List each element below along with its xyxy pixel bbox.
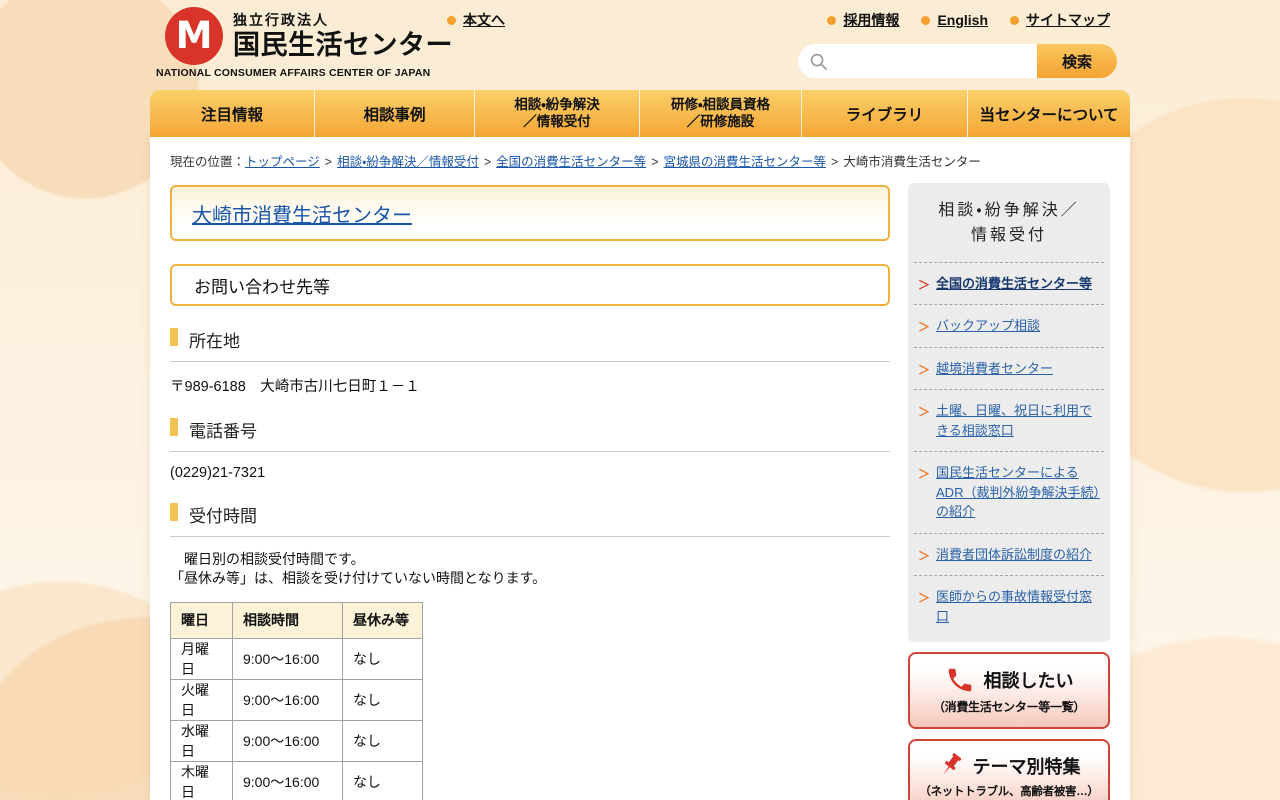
sidebar-item-adr[interactable]: ＞ 国民生活センターによるADR（裁判外紛争解決手続）の紹介	[914, 451, 1104, 533]
hours-note-2: 「昼休み等」は、相談を受け付けていない時間となります。	[170, 569, 890, 588]
sidebar-item-cross-border[interactable]: ＞ 越境消費者センター	[914, 347, 1104, 390]
contact-section-title: お問い合わせ先等	[170, 264, 890, 306]
phone-heading: 電話番号	[170, 417, 890, 452]
breadcrumb-link-miyagi[interactable]: 宮城県の消費生活センター等	[664, 155, 827, 169]
chevron-right-icon: ＞	[918, 403, 930, 420]
hours-heading: 受付時間	[170, 502, 890, 537]
sidebar-title: 相談・紛争解決／ 情報受付	[908, 183, 1110, 262]
breadcrumb-current: 大崎市消費生活センター	[843, 155, 981, 169]
sidebar-item-weekend[interactable]: ＞ 土曜、日曜、祝日に利用できる相談窓口	[914, 389, 1104, 451]
topics-banner-title: テーマ別特集	[973, 753, 1081, 779]
topics-banner[interactable]: テーマ別特集 （ネットトラブル、高齢者被害…）	[908, 739, 1110, 800]
utility-link-recruit[interactable]: 採用情報	[827, 10, 899, 30]
utility-links: 採用情報 English サイトマップ	[827, 10, 1110, 30]
phone-value: (0229)21-7321	[170, 465, 890, 481]
hours-note-1: 曜日別の相談受付時間です。	[170, 550, 890, 569]
table-row: 月曜日 9:00～16:00 なし	[171, 638, 423, 679]
table-row: 水曜日 9:00～16:00 なし	[171, 720, 423, 761]
consult-banner-title: 相談したい	[984, 667, 1074, 693]
chevron-right-icon: ＞	[918, 276, 930, 293]
sidebar-item-doctor-report[interactable]: ＞ 医師からの事故情報受付窓口	[914, 575, 1104, 637]
col-header-time: 相談時間	[233, 602, 343, 638]
nav-tab-cases[interactable]: 相談事例	[315, 90, 475, 137]
utility-link-sitemap[interactable]: サイトマップ	[1010, 10, 1110, 30]
nav-tab-news[interactable]: 注目情報	[150, 90, 315, 137]
page: M 独立行政法人 国民生活センター NATIONAL CONSUMER AFFA…	[0, 0, 1280, 800]
site-search: 検索	[798, 44, 1117, 78]
table-row: 木曜日 9:00～16:00 なし	[171, 761, 423, 800]
consult-banner-subtitle: （消費生活センター等一覧）	[914, 698, 1104, 715]
org-type: 独立行政法人	[233, 10, 453, 30]
nav-tab-library[interactable]: ライブラリ	[802, 90, 968, 137]
skip-link-label[interactable]: 本文へ	[463, 10, 505, 30]
table-row: 火曜日 9:00～16:00 なし	[171, 679, 423, 720]
utility-link-label[interactable]: 採用情報	[843, 10, 899, 30]
chevron-right-icon: ＞	[918, 465, 930, 482]
table-header-row: 曜日 相談時間 昼休み等	[171, 602, 423, 638]
search-icon	[809, 52, 828, 71]
bullet-icon	[827, 16, 836, 25]
chevron-right-icon: ＞	[918, 361, 930, 378]
page-title-link[interactable]: 大崎市消費生活センター	[192, 199, 412, 228]
address-value: 〒989-6188 大崎市古川七日町１－１	[170, 375, 890, 396]
utility-link-english[interactable]: English	[921, 10, 988, 30]
phone-icon	[945, 665, 975, 695]
sidebar-item-lawsuit[interactable]: ＞ 消費者団体訴訟制度の紹介	[914, 533, 1104, 576]
breadcrumb-link-centers[interactable]: 全国の消費生活センター等	[496, 155, 646, 169]
bullet-icon	[1010, 16, 1019, 25]
search-input[interactable]	[798, 44, 1037, 78]
chevron-right-icon: ＞	[918, 589, 930, 606]
consult-banner[interactable]: 相談したい （消費生活センター等一覧）	[908, 652, 1110, 729]
main-content: 大崎市消費生活センター お問い合わせ先等 所在地 〒989-6188 大崎市古川…	[170, 185, 890, 800]
utility-link-label[interactable]: English	[937, 12, 988, 28]
skip-to-content-link[interactable]: 本文へ	[447, 10, 505, 30]
org-name-en: NATIONAL CONSUMER AFFAIRS CENTER OF JAPA…	[156, 67, 456, 79]
bullet-icon	[921, 16, 930, 25]
breadcrumb: 現在の位置：トップページ>相談・紛争解決／情報受付>全国の消費生活センター等>宮…	[170, 151, 981, 170]
sidebar-menu: 相談・紛争解決／ 情報受付 ＞ 全国の消費生活センター等 ＞ バックアップ相談 …	[908, 183, 1110, 642]
utility-link-label[interactable]: サイトマップ	[1026, 10, 1110, 30]
logo-letter: M	[176, 17, 213, 54]
col-header-day: 曜日	[171, 602, 233, 638]
chevron-right-icon: ＞	[918, 547, 930, 564]
sidebar-item-backup[interactable]: ＞ バックアップ相談	[914, 304, 1104, 347]
bullet-icon	[447, 16, 456, 25]
org-name: 国民生活センター	[233, 30, 453, 61]
hours-table: 曜日 相談時間 昼休み等 月曜日 9:00～16:00 なし 火曜日 9:00～…	[170, 602, 423, 800]
sidebar-item-national-centers[interactable]: ＞ 全国の消費生活センター等	[914, 262, 1104, 305]
sidebar: 相談・紛争解決／ 情報受付 ＞ 全国の消費生活センター等 ＞ バックアップ相談 …	[908, 183, 1110, 800]
breadcrumb-prefix: 現在の位置：	[170, 155, 245, 169]
chevron-right-icon: ＞	[918, 318, 930, 335]
nav-tab-training[interactable]: 研修・相談員資格 ／研修施設	[640, 90, 802, 137]
col-header-lunch: 昼休み等	[343, 602, 423, 638]
breadcrumb-link-home[interactable]: トップページ	[245, 155, 320, 169]
hours-notes: 曜日別の相談受付時間です。 「昼休み等」は、相談を受け付けていない時間となります…	[170, 550, 890, 589]
page-title-box: 大崎市消費生活センター	[170, 185, 890, 241]
nav-tab-about[interactable]: 当センターについて	[968, 90, 1130, 137]
site-logo[interactable]: M 独立行政法人 国民生活センター NATIONAL CONSUMER AFFA…	[156, 7, 456, 79]
global-nav: 注目情報 相談事例 相談・紛争解決 ／情報受付 研修・相談員資格 ／研修施設 ラ…	[150, 90, 1130, 137]
address-heading: 所在地	[170, 327, 890, 362]
pushpin-icon	[938, 752, 964, 780]
search-button[interactable]: 検索	[1037, 44, 1117, 78]
logo-mark-icon: M	[165, 7, 223, 65]
nav-tab-consultation[interactable]: 相談・紛争解決 ／情報受付	[475, 90, 640, 137]
topics-banner-subtitle: （ネットトラブル、高齢者被害…）	[914, 783, 1104, 799]
breadcrumb-link-consultation[interactable]: 相談・紛争解決／情報受付	[337, 155, 479, 169]
